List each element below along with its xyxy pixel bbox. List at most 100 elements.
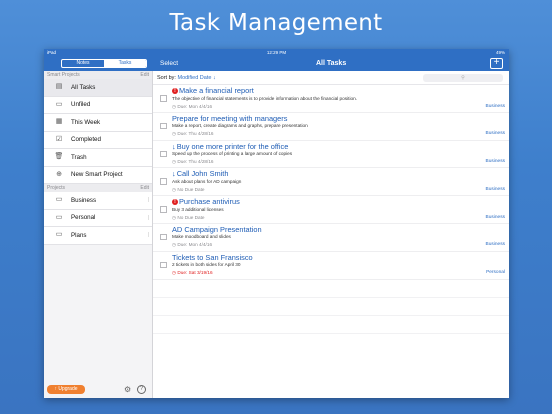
task-project-label[interactable]: Business	[486, 159, 505, 165]
notes-tasks-segmented-control: Notes Tasks	[61, 59, 147, 68]
upgrade-label: Upgrade	[58, 386, 78, 392]
task-row[interactable]: ↓Buy one more printer for the office Spee…	[153, 141, 509, 169]
sidebar-item-label: Business	[71, 196, 97, 204]
task-checkbox[interactable]	[160, 261, 167, 269]
task-description: 2 tickets in both sides for April 30	[172, 262, 241, 268]
task-due-text: Due: Mon 4/4/16	[177, 242, 213, 248]
sidebar-item-personal[interactable]: ▭ Personal |	[44, 209, 152, 227]
sort-label: Sort by:	[157, 75, 176, 81]
task-due-date: ◷ No Due Date	[172, 215, 205, 221]
task-checkbox[interactable]	[160, 95, 167, 102]
task-title-line[interactable]: ! Purchase antivirus	[172, 197, 240, 206]
task-due-date: ◷ No Due Date	[172, 187, 205, 193]
task-project-label[interactable]: Business	[486, 242, 505, 248]
task-title-line[interactable]: ↓Buy one more printer for the office	[172, 142, 288, 151]
task-row[interactable]: AD Campaign Presentation Make moodboard a…	[153, 224, 509, 252]
inbox-icon: ▭	[55, 100, 63, 108]
task-title: Call John Smith	[176, 169, 229, 179]
sidebar-item-label: This Week	[71, 118, 101, 126]
task-due-date: ◷ Due: Mon 4/4/16	[172, 104, 212, 110]
task-list-panel: Sort by: Modified Date ↓ ⚲ ! Make a finan…	[153, 71, 509, 398]
status-bar: iPad 12:29 PM 49%	[44, 49, 509, 56]
sidebar-item-label: All Tasks	[71, 83, 96, 91]
sidebar-item-label: Unfiled	[71, 101, 91, 109]
task-row[interactable]: ! Purchase antivirus Buy 3 additional lice…	[153, 196, 509, 224]
ipad-screen: iPad 12:29 PM 49% Notes Tasks Select All…	[44, 49, 509, 398]
sidebar-item-this-week[interactable]: ▦ This Week	[44, 114, 152, 132]
smart-projects-list: ▤ All Tasks ▭ Unfiled ▦ This Week ☑ Completed 🗑 T…	[44, 79, 152, 184]
task-checkbox[interactable]	[160, 233, 167, 241]
select-button[interactable]: Select	[160, 59, 178, 68]
sort-control[interactable]: Sort by: Modified Date ↓	[157, 74, 216, 82]
task-description: The objective of financial statements is…	[172, 95, 358, 101]
task-project-label[interactable]: Business	[486, 215, 505, 221]
projects-title: Projects	[47, 185, 66, 191]
search-icon: ⚲	[461, 75, 465, 81]
trash-icon: 🗑	[54, 153, 64, 161]
task-checkbox[interactable]	[160, 150, 167, 158]
empty-row	[153, 298, 509, 316]
empty-row	[153, 316, 509, 334]
sidebar-item-label: Personal	[71, 214, 96, 222]
task-row[interactable]: ↓Call John Smith Ask about plans for AD c…	[153, 168, 509, 197]
task-title-line[interactable]: Prepare for meeting with managers	[172, 114, 287, 123]
task-row[interactable]: Prepare for meeting with managers Make a …	[153, 113, 509, 141]
chevron-right-icon: |	[147, 214, 149, 221]
folder-icon: ▭	[55, 231, 63, 239]
sidebar-item-completed[interactable]: ☑ Completed	[44, 131, 152, 149]
tab-notes[interactable]: Notes	[62, 60, 104, 67]
search-input[interactable]: ⚲	[423, 74, 503, 82]
sort-value[interactable]: Modified Date	[177, 75, 211, 81]
battery-level: 49%	[495, 50, 505, 55]
task-description: Ask about plans for AD campaign	[172, 178, 242, 184]
smart-projects-title: Smart Projects	[47, 72, 80, 78]
task-due-date: ◷ Due: Thu 4/28/16	[172, 159, 214, 165]
task-project-label[interactable]: Business	[486, 104, 505, 110]
task-title-line[interactable]: Tickets to San Fransisco	[172, 253, 253, 262]
folder-icon: ▭	[55, 196, 63, 204]
add-project-icon: ⊕	[56, 170, 62, 178]
task-due-text: Due: Thu 4/28/16	[177, 131, 214, 137]
checkbox-checked-icon: ☑	[55, 135, 63, 143]
task-row[interactable]: Tickets to San Fransisco 2 tickets in bot…	[153, 252, 509, 280]
task-project-label[interactable]: Personal	[486, 270, 505, 276]
task-row[interactable]: ! Make a financial report The objective of…	[153, 85, 509, 113]
sidebar-item-plans[interactable]: ▭ Plans |	[44, 227, 152, 245]
task-title-line[interactable]: ! Make a financial report	[172, 86, 254, 95]
chevron-right-icon: |	[147, 197, 149, 204]
task-due-text: Due: Sat 3/19/16	[177, 270, 213, 276]
calendar-icon: ▦	[55, 118, 63, 126]
task-description: Speed up the process of printing a large…	[172, 151, 293, 157]
task-title: Purchase antivirus	[179, 197, 240, 207]
sidebar-item-all-tasks[interactable]: ▤ All Tasks	[44, 79, 152, 97]
smart-projects-header: Smart Projects Edit	[44, 71, 152, 79]
sort-direction-icon[interactable]: ↓	[213, 75, 216, 81]
task-title: Tickets to San Fransisco	[172, 252, 253, 262]
task-checkbox[interactable]	[160, 122, 167, 130]
gear-icon[interactable]: ⚙	[124, 385, 131, 394]
page-title: All Tasks	[316, 60, 347, 67]
add-task-button[interactable]: +	[490, 58, 503, 69]
sidebar-item-label: New Smart Project	[71, 171, 123, 179]
edit-projects-button[interactable]: Edit	[140, 184, 149, 192]
sidebar-item-unfiled[interactable]: ▭ Unfiled	[44, 96, 152, 114]
task-due-text: No Due Date	[177, 186, 205, 192]
task-project-label[interactable]: Business	[486, 131, 505, 137]
projects-header: Projects Edit	[44, 184, 152, 192]
tab-tasks[interactable]: Tasks	[104, 60, 146, 67]
task-title-line[interactable]: AD Campaign Presentation	[172, 225, 262, 234]
task-title-line[interactable]: ↓Call John Smith	[172, 169, 228, 178]
task-checkbox[interactable]	[160, 178, 167, 185]
folder-icon: ▭	[55, 213, 63, 221]
sort-bar: Sort by: Modified Date ↓ ⚲	[153, 71, 509, 85]
upgrade-button[interactable]: ↑ Upgrade	[47, 385, 85, 394]
sidebar-item-trash[interactable]: 🗑 Trash	[44, 149, 152, 167]
sidebar-item-business[interactable]: ▭ Business |	[44, 192, 152, 210]
task-checkbox[interactable]	[160, 206, 167, 213]
sidebar-item-label: Completed	[71, 136, 101, 144]
sidebar-item-new-smart-project[interactable]: ⊕ New Smart Project	[44, 166, 152, 184]
edit-smart-projects-button[interactable]: Edit	[140, 71, 149, 79]
task-project-label[interactable]: Business	[486, 187, 505, 193]
task-due-date: ◷ Due: Thu 4/28/16	[172, 131, 214, 137]
help-icon[interactable]: ?	[137, 385, 146, 394]
